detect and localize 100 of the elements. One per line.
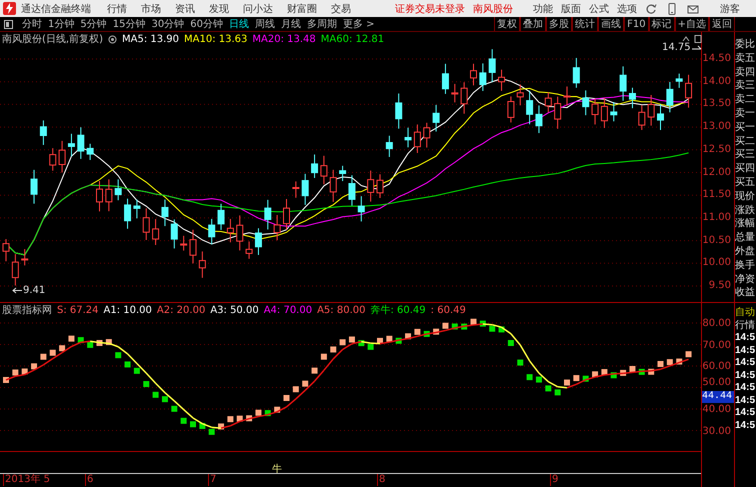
indicator-legend-value: A3: 50.00 bbox=[210, 304, 259, 316]
menu-item[interactable]: 选项 bbox=[617, 2, 637, 16]
toolbar-button[interactable]: 叠加 bbox=[520, 17, 546, 31]
period-tab[interactable]: 多周期 bbox=[304, 18, 340, 30]
current-value-label: 44.44 bbox=[702, 391, 734, 403]
price-tick: 14.00 bbox=[702, 76, 731, 87]
signal-marker: 牛 bbox=[272, 462, 282, 476]
refresh-icon[interactable] bbox=[645, 2, 657, 14]
indicator-tick: 80.00 bbox=[702, 318, 731, 329]
period-tab[interactable]: 30分钟 bbox=[148, 18, 188, 30]
toolbar-button[interactable]: 标记 bbox=[648, 17, 675, 31]
auto-label[interactable]: 自动 bbox=[735, 306, 756, 319]
toolbar-button[interactable]: 返回 bbox=[709, 17, 735, 31]
quote-field-label: 卖二 bbox=[735, 93, 756, 107]
candlestick bbox=[21, 248, 28, 266]
tick-time: 14:5 bbox=[735, 357, 756, 370]
tick-time: 14:5 bbox=[735, 382, 756, 394]
ma-legend-value: MA10: 13.63 bbox=[184, 34, 248, 44]
menu-item[interactable]: 财富圈 bbox=[287, 2, 317, 16]
candlestick bbox=[451, 83, 458, 103]
toolbar-button[interactable]: 统计 bbox=[572, 17, 598, 31]
period-tab[interactable]: 15分钟 bbox=[110, 18, 148, 30]
candlestick bbox=[685, 74, 692, 108]
toolbar-button[interactable]: +自选 bbox=[674, 17, 709, 31]
mail-icon[interactable] bbox=[687, 2, 699, 14]
menu-item[interactable]: 发现 bbox=[209, 2, 229, 16]
candlestick bbox=[432, 104, 440, 132]
toolbar-button[interactable]: 复权 bbox=[494, 17, 520, 31]
quote-field-label: 卖四 bbox=[735, 66, 756, 80]
quote-label[interactable]: 行情 bbox=[735, 319, 756, 332]
menu-item[interactable]: 问小达 bbox=[243, 2, 273, 16]
menu-item[interactable]: 交易 bbox=[331, 2, 351, 16]
square-icon[interactable] bbox=[4, 20, 13, 28]
period-tab[interactable]: 60分钟 bbox=[187, 18, 226, 30]
square-icon[interactable] bbox=[694, 35, 702, 43]
candlestick bbox=[554, 96, 562, 130]
chart-title: 南风股份(日线,前复权) bbox=[2, 32, 103, 46]
candlestick bbox=[638, 104, 646, 130]
candlestick bbox=[460, 82, 468, 114]
candlestick bbox=[283, 198, 290, 230]
menu-item[interactable]: 市场 bbox=[141, 2, 161, 16]
period-tab[interactable]: 1分钟 bbox=[45, 18, 78, 30]
period-tab[interactable]: 分时 bbox=[19, 18, 45, 30]
menu-item[interactable]: 功能 bbox=[533, 2, 553, 16]
menu-item[interactable]: 资讯 bbox=[175, 2, 195, 16]
candlestick bbox=[264, 199, 272, 230]
indicator-bar bbox=[386, 336, 392, 342]
quote-field-label: 卖一 bbox=[735, 106, 756, 121]
candlestick bbox=[423, 122, 430, 148]
arrow-icon bbox=[12, 287, 22, 294]
price-tick: 9.50 bbox=[708, 280, 731, 291]
period-tab[interactable]: 月线 bbox=[278, 18, 304, 30]
period-tab[interactable]: 日线 bbox=[226, 18, 252, 30]
indicator-legend-value: A2: 20.00 bbox=[156, 304, 206, 316]
candlestick bbox=[114, 178, 122, 201]
price-tick: 11.50 bbox=[702, 189, 731, 200]
candlestick bbox=[386, 135, 393, 158]
quote-field-label: 涨幅 bbox=[735, 217, 756, 232]
menu-item[interactable]: 版面 bbox=[561, 2, 581, 16]
candlestick bbox=[470, 63, 477, 86]
indicator-bar bbox=[152, 392, 159, 398]
candlestick bbox=[479, 62, 486, 92]
circle-icon[interactable] bbox=[108, 34, 117, 44]
quote-field-label: 收益 bbox=[735, 286, 756, 300]
indicator-bar bbox=[554, 389, 561, 396]
caret-icon[interactable] bbox=[682, 35, 690, 43]
price-tick: 10.00 bbox=[702, 257, 731, 268]
login-status[interactable]: 证券交易未登录 bbox=[395, 2, 465, 16]
indicator-bar bbox=[348, 336, 355, 343]
candlestick bbox=[564, 86, 570, 106]
candlestick bbox=[105, 178, 112, 212]
toolbar-button[interactable]: 多股 bbox=[546, 17, 572, 31]
phone-icon[interactable] bbox=[666, 2, 678, 14]
candlestick bbox=[161, 199, 168, 227]
candlestick bbox=[666, 81, 674, 113]
indicator-bar bbox=[601, 369, 608, 376]
indicator-bar bbox=[536, 376, 542, 383]
date-label: 2013年 5 bbox=[3, 474, 50, 486]
candlestick bbox=[339, 165, 346, 182]
indicator-bar bbox=[124, 361, 131, 368]
toolbar-button[interactable]: F10 bbox=[624, 17, 649, 31]
quote-field-label: 换手 bbox=[735, 258, 756, 273]
candlestick bbox=[544, 92, 552, 113]
menu-item[interactable]: 公式 bbox=[589, 2, 609, 16]
date-label: 8 bbox=[377, 474, 386, 486]
quote-field-label: 卖五 bbox=[735, 52, 756, 66]
low-price-label: 9.41 bbox=[23, 285, 46, 296]
period-tab[interactable]: 周线 bbox=[252, 18, 278, 30]
price-tick: 14.50 bbox=[702, 53, 731, 64]
menu-item[interactable]: 行情 bbox=[107, 2, 127, 16]
price-tick: 10.50 bbox=[702, 234, 731, 246]
toolbar-button[interactable]: 画线 bbox=[598, 17, 624, 31]
quote-field-label: 涨跌 bbox=[735, 204, 756, 218]
candlestick bbox=[133, 199, 140, 219]
indicator-bar bbox=[666, 359, 673, 366]
indicator-tick: 60.00 bbox=[702, 361, 731, 372]
indicator-bar bbox=[526, 374, 533, 380]
period-tab[interactable]: 更多 > bbox=[340, 18, 378, 30]
period-tab[interactable]: 5分钟 bbox=[77, 18, 110, 30]
user-label[interactable]: 游客 bbox=[720, 2, 740, 16]
